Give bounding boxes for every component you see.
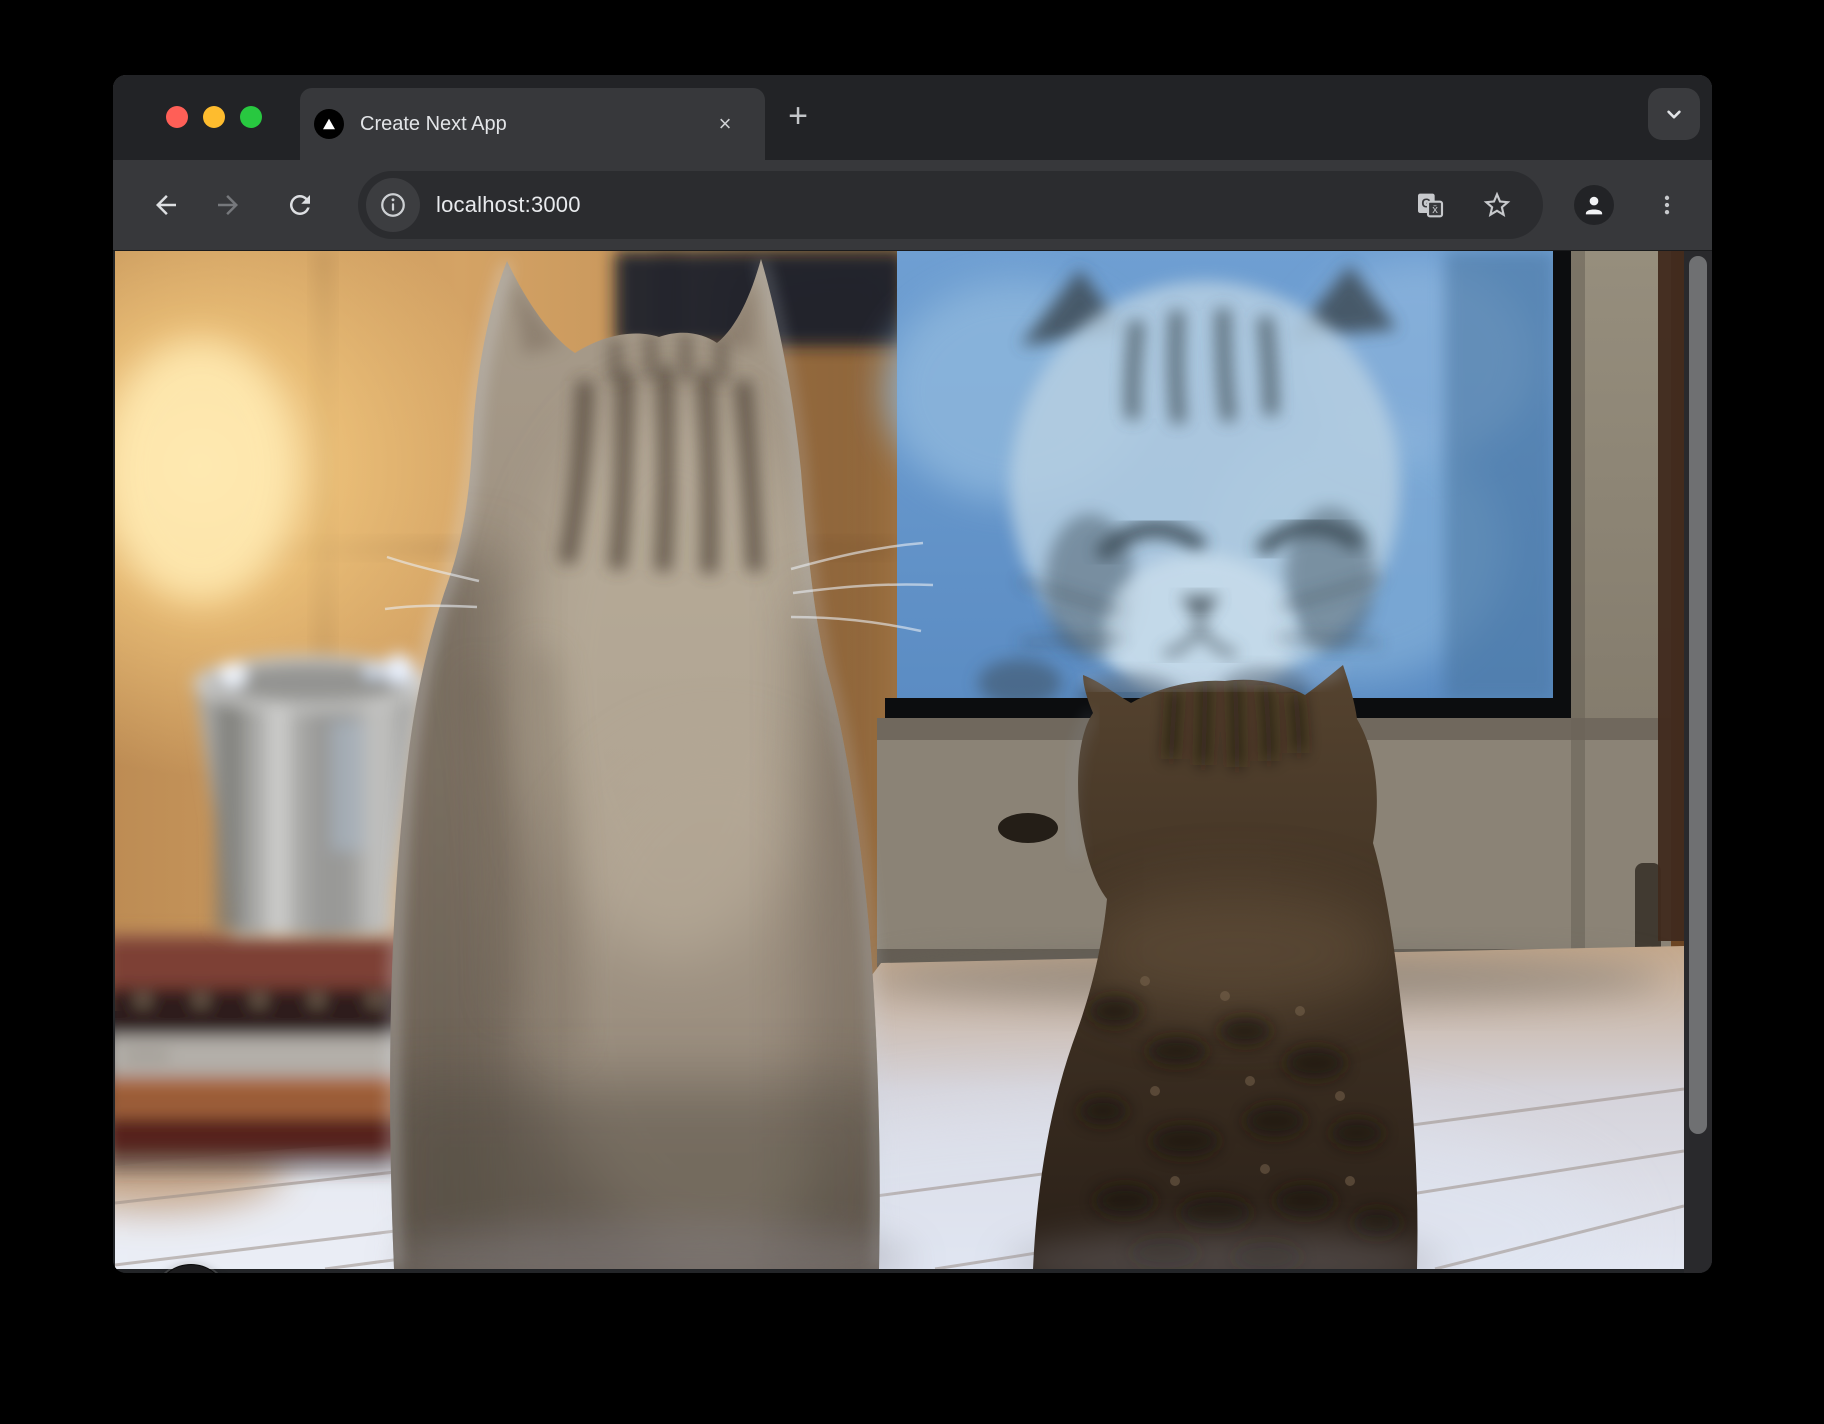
forward-arrow-icon xyxy=(213,190,243,220)
tab-create-next-app[interactable]: Create Next App × xyxy=(300,88,765,160)
bookmark-star-icon xyxy=(1481,189,1513,221)
url-text: localhost:3000 xyxy=(436,171,581,239)
tab-title: Create Next App xyxy=(360,88,507,160)
new-tab-button[interactable]: + xyxy=(776,95,820,139)
photo-illustration xyxy=(115,251,1684,1269)
traffic-light-zoom-button[interactable] xyxy=(240,106,262,128)
scrollbar-thumb[interactable] xyxy=(1689,256,1707,1134)
tv-power-button xyxy=(998,813,1058,843)
traffic-light-close-button[interactable] xyxy=(166,106,188,128)
tab-close-button[interactable]: × xyxy=(710,109,740,139)
three-dot-menu-icon xyxy=(1654,192,1680,218)
back-arrow-icon xyxy=(151,190,181,220)
traffic-light-minimize-button[interactable] xyxy=(203,106,225,128)
nextjs-logo-icon xyxy=(314,109,344,139)
browser-toolbar: localhost:3000 G x̄ xyxy=(113,160,1712,250)
right-shadow-strip xyxy=(1658,251,1684,941)
scrollbar-track[interactable] xyxy=(1684,251,1712,1273)
cats-watching-tv-photo: N xyxy=(115,251,1684,1269)
browser-window: Create Next App × + xyxy=(113,75,1712,1273)
translate-icon: G x̄ xyxy=(1414,189,1446,221)
reload-icon xyxy=(285,190,315,220)
browser-menu-button[interactable] xyxy=(1645,183,1689,227)
bookmark-button[interactable] xyxy=(1475,183,1519,227)
address-bar[interactable]: localhost:3000 G x̄ xyxy=(358,171,1543,239)
desktop-background: Create Next App × + xyxy=(0,0,1824,1424)
reload-button[interactable] xyxy=(278,183,322,227)
page-viewport: N xyxy=(113,250,1712,1273)
chevron-down-icon xyxy=(1661,101,1687,127)
tab-search-button[interactable] xyxy=(1648,88,1700,140)
profile-button[interactable] xyxy=(1574,185,1614,225)
info-icon xyxy=(378,190,408,220)
metal-cup xyxy=(193,654,429,937)
translate-button[interactable]: G x̄ xyxy=(1408,183,1452,227)
site-info-button[interactable] xyxy=(366,178,420,232)
svg-text:x̄: x̄ xyxy=(1432,204,1438,216)
avatar-person-icon xyxy=(1581,192,1607,218)
forward-button[interactable] xyxy=(206,183,250,227)
back-button[interactable] xyxy=(144,183,188,227)
tv-screen xyxy=(885,251,1555,719)
tab-strip: Create Next App × + xyxy=(113,75,1712,160)
